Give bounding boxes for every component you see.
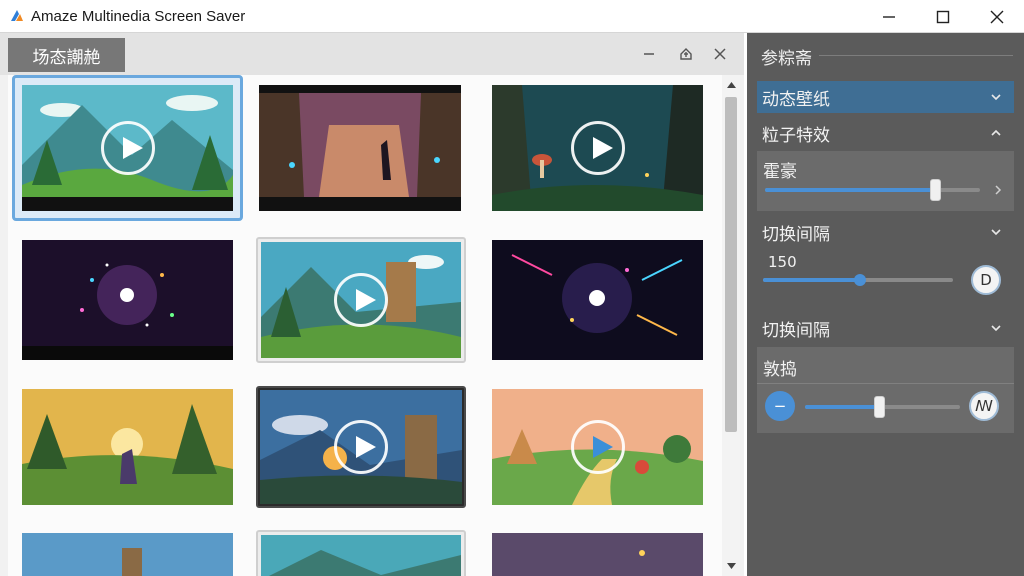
- w-button[interactable]: ꟿ: [969, 391, 999, 421]
- play-icon[interactable]: [334, 273, 388, 327]
- minimize-button[interactable]: [862, 0, 916, 33]
- close-icon: [714, 48, 726, 60]
- settings-panel: 参粽斋 动态壁纸 粒子特效 霍豪 切换间隔 150 D 切换间隔 敦捣 − ꟿ: [747, 33, 1024, 576]
- thumbnail-forest-mountains[interactable]: [22, 85, 233, 211]
- window-title: Amaze Multinedia Screen Saver: [31, 7, 246, 25]
- particle-effects-section-header[interactable]: 粒子特效: [757, 119, 1014, 147]
- switch-interval-2-section-header[interactable]: 切换间隔: [757, 314, 1014, 342]
- thumbnail-castle-tower[interactable]: [261, 242, 461, 358]
- thumbnail-grid: [8, 75, 722, 576]
- effect-slider[interactable]: [805, 396, 960, 418]
- gallery-scrollbar[interactable]: [722, 75, 740, 576]
- chevron-up-icon: [991, 129, 1001, 136]
- settings-title: 参粽斋: [761, 49, 812, 69]
- minus-icon: [644, 53, 654, 55]
- thumbnail-partial-1[interactable]: [22, 533, 233, 576]
- thumbnail-fantasy-ruins[interactable]: [259, 85, 461, 211]
- decrease-button[interactable]: −: [765, 391, 795, 421]
- maximize-icon: [936, 10, 950, 23]
- thumbnail-particle-burst[interactable]: [22, 240, 233, 360]
- maximize-button[interactable]: [916, 0, 970, 33]
- play-icon[interactable]: [570, 121, 625, 175]
- chevron-down-icon: [991, 229, 1001, 236]
- play-icon[interactable]: [570, 420, 625, 474]
- dynamic-wallpaper-dropdown[interactable]: 动态壁纸: [757, 81, 1014, 113]
- d-button[interactable]: D: [971, 265, 1001, 295]
- scroll-down-button[interactable]: [722, 558, 740, 574]
- effect-card: 敦捣 − ꟿ: [757, 347, 1014, 433]
- slider-thumb[interactable]: [874, 396, 886, 418]
- slider-thumb[interactable]: [853, 274, 866, 286]
- scrollbar-thumb[interactable]: [725, 97, 737, 432]
- minimize-icon: [883, 15, 895, 18]
- section-label: 粒子特效: [762, 125, 830, 146]
- particle-slider[interactable]: [765, 179, 980, 201]
- caret-up-icon: [726, 82, 736, 88]
- thumbnail-particle-burst-dark[interactable]: [492, 240, 703, 360]
- fantasy-ruins-image: [259, 85, 461, 211]
- chevron-down-icon: [991, 94, 1001, 101]
- chevron-right-icon[interactable]: [994, 184, 1002, 196]
- caret-down-icon: [726, 563, 736, 569]
- thumbnail-mushroom-cave[interactable]: [492, 85, 703, 211]
- particle-burst-dark-image: [492, 240, 703, 360]
- card-label: 敦捣: [763, 360, 797, 380]
- switch-interval-section-header[interactable]: 切换间隔: [757, 218, 1014, 246]
- scroll-up-button[interactable]: [722, 77, 740, 93]
- panel-close-button[interactable]: [709, 43, 731, 65]
- slider-fill: [765, 188, 935, 192]
- close-icon: [990, 10, 1004, 23]
- card-label: 霍豪: [763, 162, 797, 182]
- pin-icon: [680, 48, 692, 60]
- thumbnail-partial-2[interactable]: [261, 535, 461, 576]
- section-label: 切换间隔: [762, 320, 830, 341]
- gallery-panel: 场态謿赩: [0, 33, 744, 576]
- dropdown-label: 动态壁纸: [762, 89, 830, 110]
- partial-scene-image: [261, 535, 461, 576]
- thumbnail-dusk-tower[interactable]: [260, 390, 462, 504]
- sunset-forest-image: [22, 389, 233, 505]
- slider-fill: [805, 405, 880, 409]
- play-icon[interactable]: [100, 121, 155, 175]
- thumbnail-meadow-village[interactable]: [492, 389, 703, 505]
- particle-burst-image: [22, 240, 233, 360]
- slider-fill: [763, 278, 860, 282]
- chevron-down-icon: [991, 325, 1001, 332]
- partial-scene-image: [22, 533, 233, 576]
- tab-gallery[interactable]: 场态謿赩: [8, 38, 125, 72]
- slider-thumb[interactable]: [929, 179, 941, 201]
- interval-slider[interactable]: [763, 274, 953, 286]
- close-button[interactable]: [970, 0, 1024, 33]
- interval-value: 150: [768, 253, 797, 271]
- section-label: 切换间隔: [762, 224, 830, 245]
- app-logo-icon: [11, 10, 23, 21]
- thumbnail-partial-3[interactable]: [492, 533, 703, 576]
- thumbnail-sunset-forest[interactable]: [22, 389, 233, 505]
- divider: [757, 383, 1014, 384]
- particle-density-card: 霍豪: [757, 151, 1014, 211]
- panel-pin-button[interactable]: [675, 43, 697, 65]
- play-icon[interactable]: [334, 420, 388, 474]
- partial-scene-image: [492, 533, 703, 576]
- divider: [819, 55, 1013, 56]
- window-title-bar: Amaze Multinedia Screen Saver: [0, 0, 1024, 33]
- gallery-header: 场态謿赩: [0, 33, 744, 75]
- panel-minimize-button[interactable]: [638, 43, 660, 65]
